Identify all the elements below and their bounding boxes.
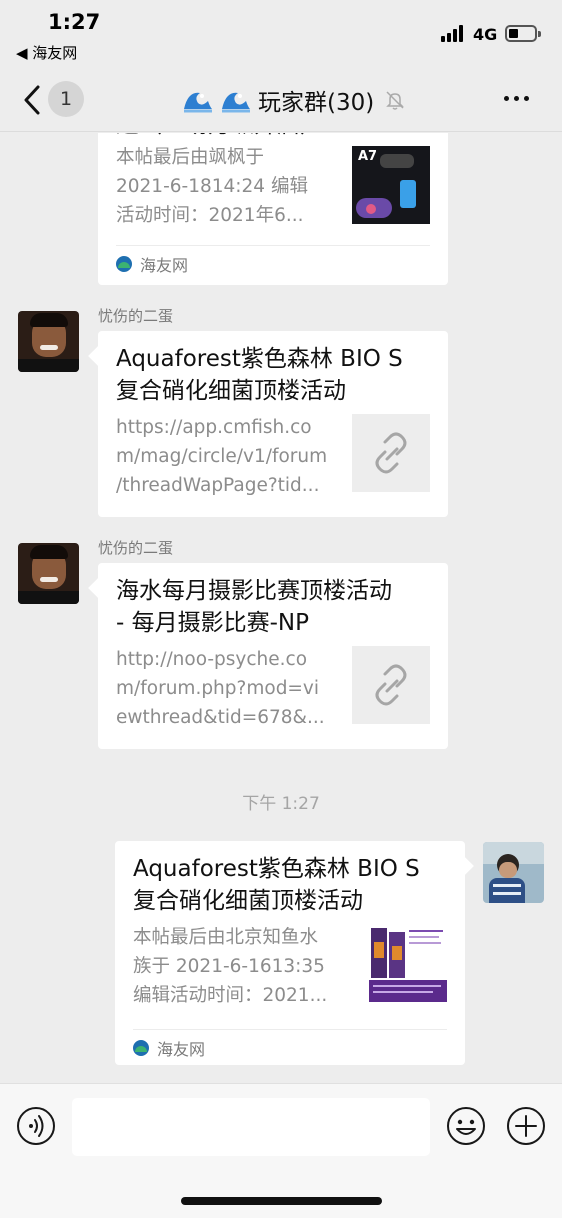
sender-name: 忧伤的二蛋: [98, 539, 174, 557]
plus-icon[interactable]: [506, 1106, 546, 1146]
group-name: 玩家群(30): [258, 90, 375, 116]
source-logo-icon: [133, 1039, 149, 1056]
wave-icon: [184, 92, 212, 113]
card-thumbnail: A7: [352, 146, 430, 224]
more-icon[interactable]: [504, 96, 529, 101]
avatar[interactable]: [483, 842, 544, 903]
card-title: 适（一场万纵开启）: [116, 133, 323, 141]
wave-icon: [222, 92, 250, 113]
card-desc-line: https://app.cmfish.co: [116, 417, 312, 438]
network-type: 4G: [473, 25, 498, 44]
bell-off-icon: [386, 91, 405, 110]
card-title: 海水每月摄影比赛顶楼活动: [116, 578, 392, 604]
status-time: 1:27: [48, 10, 101, 34]
timestamp: 下午 1:27: [242, 794, 320, 814]
card-thumbnail: [369, 924, 447, 1002]
card-title: 复合硝化细菌顶楼活动: [133, 888, 363, 914]
battery-icon: [505, 25, 537, 42]
link-card[interactable]: Aquaforest紫色森林 BIO S 复合硝化细菌顶楼活动 本帖最后由北京知…: [115, 841, 465, 1065]
status-bar: 1:27 ◀ 海友网 4G: [0, 0, 562, 70]
unread-count-badge[interactable]: 1: [48, 81, 84, 117]
source-name: 海友网: [157, 1039, 206, 1059]
battery-tip: [538, 31, 541, 37]
card-source: 海友网: [133, 1029, 447, 1065]
card-desc-line: http://noo-psyche.co: [116, 649, 308, 670]
signal-icon: [441, 25, 463, 42]
thumb-label: A7: [358, 149, 378, 164]
link-card[interactable]: Aquaforest紫色森林 BIO S 复合硝化细菌顶楼活动 https://…: [98, 331, 448, 517]
source-name: 海友网: [140, 255, 189, 275]
message-input[interactable]: [72, 1098, 430, 1156]
card-desc-line: /threadWapPage?tid...: [116, 475, 320, 496]
nav-bar: 1 玩家群(30): [0, 70, 562, 132]
card-thumbnail: [352, 414, 430, 492]
link-icon: [375, 432, 407, 474]
card-thumbnail: [352, 646, 430, 724]
sender-name: 忧伤的二蛋: [98, 307, 174, 325]
avatar[interactable]: [18, 543, 79, 604]
avatar[interactable]: [18, 311, 79, 372]
chat-title: 玩家群(30): [182, 84, 406, 116]
card-desc-line: ewthread&tid=678&...: [116, 707, 325, 728]
card-desc-line: m/forum.php?mod=vi: [116, 678, 320, 699]
link-card[interactable]: 适（一场万纵开启） 本帖最后由飒枫于 2021-6-1814:24 编辑 活动时…: [98, 133, 448, 285]
link-card[interactable]: 海水每月摄影比赛顶楼活动 - 每月摄影比赛-NP http://noo-psyc…: [98, 563, 448, 749]
card-desc-line: 活动时间：2021年6...: [116, 205, 304, 226]
card-desc-line: 2021-6-1814:24 编辑: [116, 176, 308, 197]
emoji-icon[interactable]: [446, 1106, 486, 1146]
card-source: 海友网: [116, 245, 430, 281]
link-icon: [375, 664, 407, 706]
home-indicator[interactable]: [181, 1197, 382, 1205]
voice-icon[interactable]: [16, 1106, 56, 1146]
back-to-app-link[interactable]: ◀ 海友网: [16, 42, 77, 63]
card-desc-line: 本帖最后由飒枫于: [116, 147, 265, 168]
chat-area[interactable]: 适（一场万纵开启） 本帖最后由飒枫于 2021-6-1814:24 编辑 活动时…: [0, 133, 562, 1083]
source-logo-icon: [116, 255, 132, 272]
card-desc-line: 本帖最后由北京知鱼水: [133, 927, 319, 948]
card-desc-line: 族于 2021-6-1613:35: [133, 956, 325, 977]
card-desc-line: 编辑活动时间：2021...: [133, 985, 328, 1006]
card-title: - 每月摄影比赛-NP: [116, 610, 309, 636]
chevron-left-icon[interactable]: [22, 84, 44, 116]
card-title: 复合硝化细菌顶楼活动: [116, 378, 346, 404]
card-title: Aquaforest紫色森林 BIO S: [133, 856, 420, 882]
card-desc-line: m/mag/circle/v1/forum: [116, 446, 328, 467]
card-title: Aquaforest紫色森林 BIO S: [116, 346, 403, 372]
